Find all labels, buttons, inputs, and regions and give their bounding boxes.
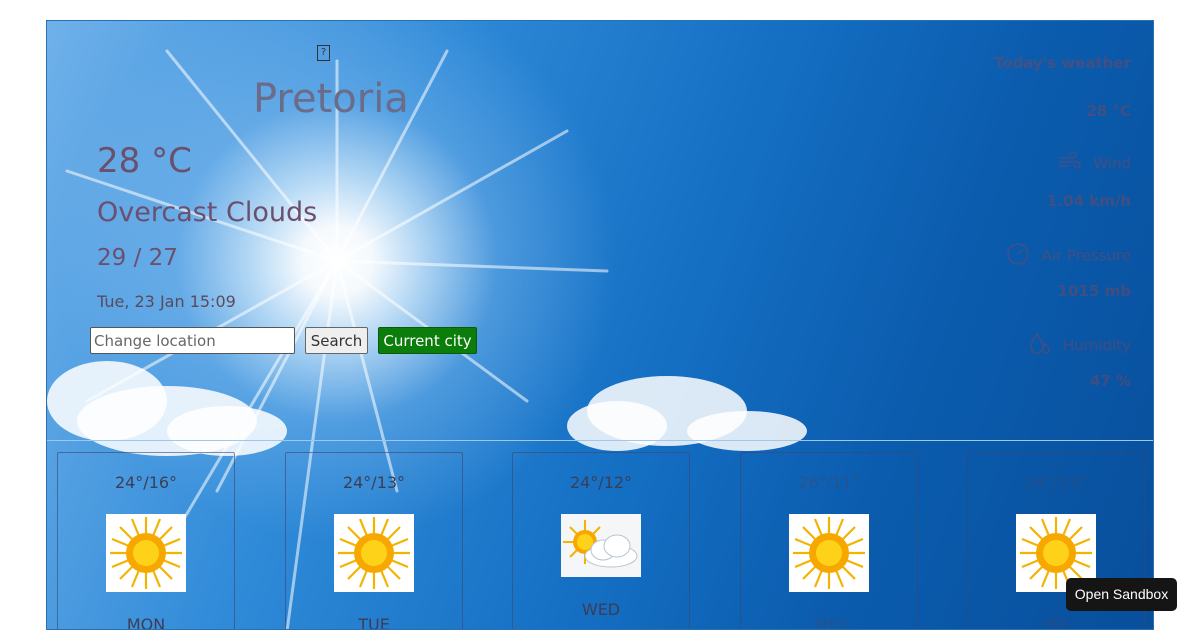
pressure-label: Air Pressure <box>1041 246 1131 265</box>
wind-icon <box>1057 151 1082 176</box>
weather-app: ? Pretoria 28 °C Overcast Clouds 29 / 27… <box>46 20 1154 630</box>
wind-value: 1.04 km/h <box>1047 192 1131 210</box>
date-time: Tue, 23 Jan 15:09 <box>97 292 236 311</box>
today-title: Today's weather <box>993 54 1131 72</box>
current-city-button[interactable]: Current city <box>378 327 477 354</box>
forecast-day: FRI <box>1043 615 1069 630</box>
weather-description: Overcast Clouds <box>97 197 318 228</box>
city-name: Pretoria <box>253 76 409 122</box>
search-button[interactable]: Search <box>305 327 368 354</box>
humidity-icon <box>1029 332 1051 360</box>
pressure-value: 1015 mb <box>1057 282 1131 300</box>
wind-label: Wind <box>1093 154 1131 173</box>
forecast-range: 24°/13° <box>1024 473 1088 492</box>
gauge-icon <box>1006 242 1030 270</box>
min-max-temperature: 29 / 27 <box>97 245 178 271</box>
open-sandbox-button[interactable]: Open Sandbox <box>1066 578 1177 611</box>
forecast-range: 24°/13° <box>342 473 406 492</box>
location-input[interactable] <box>90 327 295 354</box>
forecast-day: TUE <box>358 615 390 630</box>
forecast-day: WED <box>581 600 621 619</box>
forecast-card-wed: 24°/12° WED <box>512 452 690 629</box>
forecast-card-thu: 26°/11° THU <box>740 452 918 630</box>
forecast-day: THU <box>812 615 846 630</box>
current-weather-panel: ? Pretoria 28 °C Overcast Clouds 29 / 27… <box>47 21 1153 441</box>
forecast-strip: 24°/16° MON 24°/13° TUE 24°/12° WED 26°/… <box>47 442 1153 630</box>
sun-icon <box>789 514 869 592</box>
forecast-card-tue: 24°/13° TUE <box>285 452 463 630</box>
weather-icon: ? <box>317 45 330 61</box>
forecast-range: 26°/11° <box>797 473 861 492</box>
sun-icon <box>106 514 186 592</box>
forecast-day: MON <box>126 615 166 630</box>
partly-cloudy-icon <box>561 514 641 577</box>
humidity-value: 47 % <box>1089 372 1131 390</box>
sun-icon <box>334 514 414 592</box>
today-temperature: 28 °C <box>1086 102 1131 120</box>
current-temperature: 28 °C <box>97 141 192 181</box>
forecast-card-mon: 24°/16° MON <box>57 452 235 630</box>
forecast-range: 24°/16° <box>114 473 178 492</box>
forecast-range: 24°/12° <box>569 473 633 492</box>
humidity-label: Humidity <box>1062 336 1131 355</box>
